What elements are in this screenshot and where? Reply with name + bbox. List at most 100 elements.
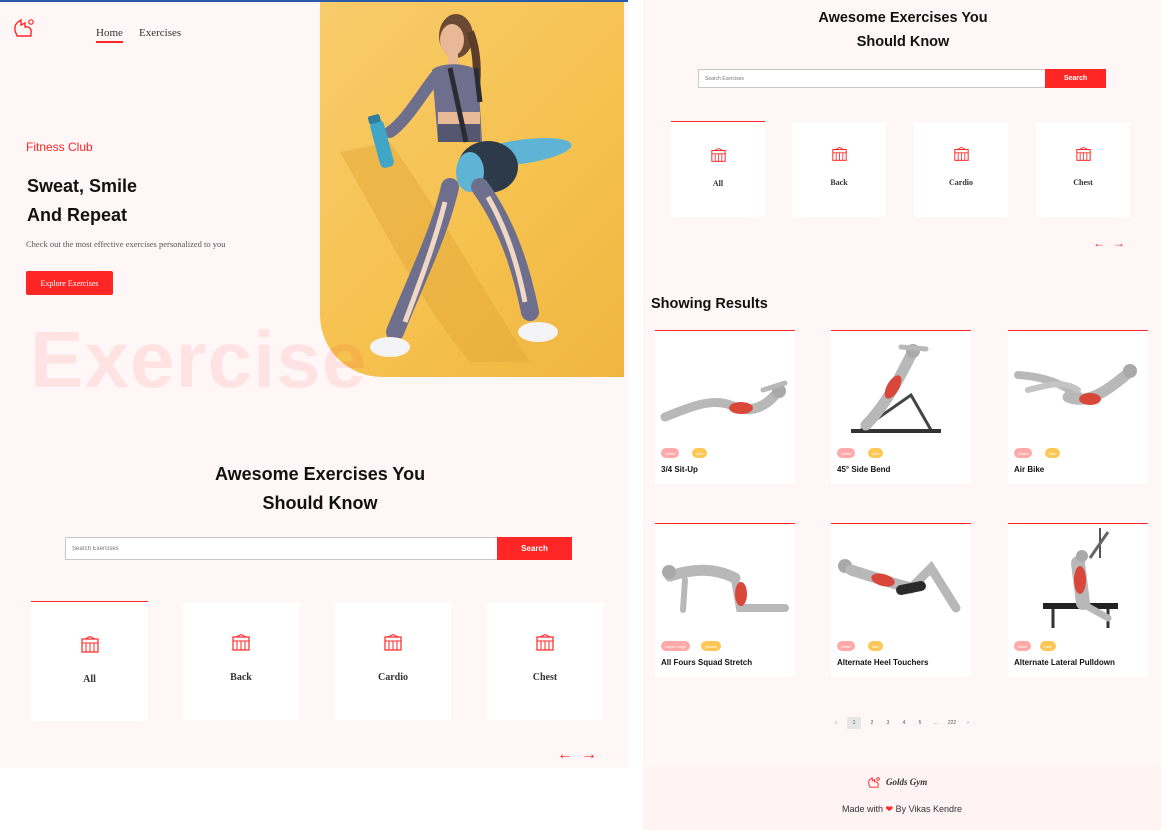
exercise-card[interactable]: Waist Abs 45° Side Bend <box>831 330 971 484</box>
category-scroll-arrows: ←→ <box>1093 236 1133 250</box>
results-title: Showing Results <box>651 296 768 312</box>
hero-subtitle: Check out the most effective exercises p… <box>26 239 226 249</box>
gym-logo-icon <box>868 776 880 788</box>
section-title-line1: Awesome Exercises You <box>818 10 988 26</box>
body-part-badge[interactable]: Waist <box>1014 448 1032 458</box>
pagination-page[interactable]: 222 <box>947 717 957 729</box>
target-badge[interactable]: Lats <box>1040 641 1056 651</box>
category-label: Back <box>830 178 848 187</box>
category-card-chest[interactable]: Chest <box>1036 122 1130 217</box>
search-input[interactable] <box>65 537 497 560</box>
arrow-left-icon[interactable]: ← <box>557 746 581 763</box>
exercise-card[interactable]: Waist Abs 3/4 Sit-Up <box>655 330 795 484</box>
arrow-left-icon[interactable]: ← <box>1093 236 1113 250</box>
gym-icon <box>953 147 969 161</box>
exercise-illustration <box>662 564 789 613</box>
exercise-name: 45° Side Bend <box>837 465 891 474</box>
footer: Golds Gym Made with ❤ By Vikas Kendre <box>643 767 1161 830</box>
target-badge[interactable]: Abs <box>868 641 883 651</box>
pagination: ‹ 1 2 3 4 5 ... 222 › <box>831 717 973 729</box>
exercise-name: 3/4 Sit-Up <box>661 465 698 474</box>
search-input[interactable] <box>698 69 1045 88</box>
search-button[interactable]: Search <box>1045 69 1106 88</box>
category-label: Cardio <box>949 178 973 187</box>
pagination-page[interactable]: 3 <box>883 717 893 729</box>
category-label: Back <box>230 672 252 683</box>
hero-title-line1: Sweat, Smile <box>27 176 138 196</box>
pagination-page[interactable]: 5 <box>915 717 925 729</box>
gym-icon <box>536 634 554 651</box>
gym-icon <box>232 634 250 651</box>
exercise-name: All Fours Squad Stretch <box>661 658 753 667</box>
body-part-badge[interactable]: Upper Legs <box>661 641 690 651</box>
pagination-ellipsis: ... <box>933 720 939 726</box>
pagination-prev[interactable]: ‹ <box>831 717 841 729</box>
category-card-all[interactable]: All <box>31 601 148 721</box>
section-title-line2: Should Know <box>856 34 950 50</box>
section-title: Awesome Exercises You Should Know <box>180 460 460 518</box>
search-bar: Search <box>698 69 1106 88</box>
exercise-card[interactable]: Waist Abs Alternate Heel Touchers <box>831 523 971 677</box>
nav-exercises-link[interactable]: Exercises <box>139 27 181 39</box>
hero-title: Sweat, Smile And Repeat <box>27 172 137 230</box>
gym-icon <box>80 636 99 653</box>
footer-made-with: Made with <box>842 804 884 814</box>
hero-background-word: Exercise <box>30 315 368 404</box>
body-part-badge[interactable]: Waist <box>661 448 679 458</box>
category-card-cardio[interactable]: Cardio <box>335 602 451 720</box>
body-part-badge[interactable]: Back <box>1014 641 1031 651</box>
exercise-illustration <box>1014 364 1137 405</box>
section-title-line1: Awesome Exercises You <box>214 464 426 484</box>
body-part-badge[interactable]: Waist <box>837 448 855 458</box>
home-page-panel: Home Exercises Fitness Club Sweat, Smile… <box>0 0 628 768</box>
gym-icon <box>710 148 726 162</box>
category-card-chest[interactable]: Chest <box>487 602 603 720</box>
pagination-next[interactable]: › <box>963 717 973 729</box>
category-label: All <box>83 674 96 685</box>
hero-title-line2: And Repeat <box>27 205 128 225</box>
pagination-page[interactable]: 4 <box>899 717 909 729</box>
category-card-back[interactable]: Back <box>183 602 299 720</box>
exercise-card[interactable]: Waist Abs Air Bike <box>1008 330 1148 484</box>
gym-icon <box>1075 147 1091 161</box>
exercise-illustration <box>1043 528 1118 628</box>
category-label: Chest <box>1073 178 1093 187</box>
gym-icon <box>831 147 847 161</box>
footer-author: By Vikas Kendre <box>895 804 962 814</box>
category-card-cardio[interactable]: Cardio <box>914 122 1008 217</box>
exercise-illustration <box>660 380 788 422</box>
search-bar: Search <box>65 537 572 560</box>
pagination-page[interactable]: 1 <box>847 717 861 729</box>
category-label: Cardio <box>378 672 408 683</box>
footer-brand: Golds Gym <box>886 777 928 787</box>
category-scroll-arrows: ←→ <box>557 746 605 764</box>
category-card-back[interactable]: Back <box>792 122 886 217</box>
exercise-illustration <box>851 344 941 433</box>
heart-icon: ❤ <box>885 804 894 814</box>
target-badge[interactable]: Quads <box>701 641 721 651</box>
gym-logo-icon[interactable] <box>12 17 36 39</box>
exercise-card[interactable]: Upper Legs Quads All Fours Squad Stretch <box>655 523 795 677</box>
hero-tagline: Fitness Club <box>26 140 93 154</box>
body-part-badge[interactable]: Waist <box>837 641 855 651</box>
section-title-line2: Should Know <box>262 493 378 513</box>
section-title: Awesome Exercises You Should Know <box>793 6 1013 54</box>
exercises-page-panel: Awesome Exercises You Should Know Search… <box>643 0 1161 830</box>
exercise-name: Alternate Heel Touchers <box>837 658 929 667</box>
gym-icon <box>384 634 402 651</box>
arrow-right-icon[interactable]: → <box>581 746 605 763</box>
search-button[interactable]: Search <box>497 537 572 560</box>
explore-exercises-button[interactable]: Explore Exercises <box>26 271 113 295</box>
arrow-right-icon[interactable]: → <box>1113 236 1133 250</box>
nav-home-link[interactable]: Home <box>96 27 123 43</box>
category-card-all[interactable]: All <box>671 121 765 217</box>
category-label: All <box>712 179 724 188</box>
pagination-page[interactable]: 2 <box>867 717 877 729</box>
target-badge[interactable]: Abs <box>1045 448 1060 458</box>
target-badge[interactable]: Abs <box>868 448 883 458</box>
exercise-name: Alternate Lateral Pulldown <box>1014 658 1115 667</box>
exercise-card[interactable]: Back Lats Alternate Lateral Pulldown <box>1008 523 1148 677</box>
category-label: Chest <box>532 672 558 683</box>
footer-credit: Made with ❤ By Vikas Kendre <box>643 804 1161 815</box>
target-badge[interactable]: Abs <box>692 448 707 458</box>
